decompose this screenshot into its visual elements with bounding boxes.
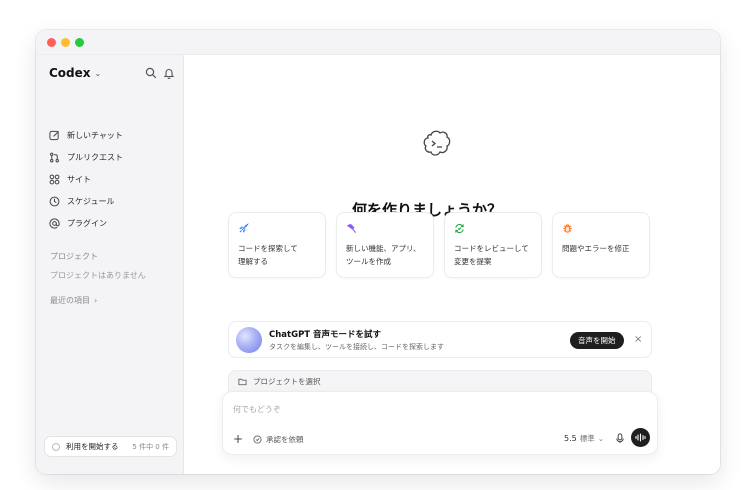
minimize-window-button[interactable] — [61, 38, 70, 47]
card-text: コードをレビューして 変更を提案 — [454, 244, 529, 266]
clock-icon — [49, 196, 60, 206]
sidebar-item-label: 新しいチャット — [67, 130, 123, 140]
hand-icon — [253, 435, 262, 444]
recent-label: 最近の項目 — [50, 296, 90, 305]
get-started-label: 利用を開始する — [66, 442, 119, 451]
sidebar-item-sites[interactable]: サイト — [49, 171, 91, 187]
projects-heading: プロジェクト — [50, 252, 98, 261]
model-name: 5.5 — [564, 434, 577, 443]
codex-cloud-icon — [423, 130, 451, 156]
composer: + 承認を依頼 5.5 標準 ⌄ — [222, 391, 658, 455]
chevron-right-icon: › — [94, 296, 98, 305]
card-text: 新しい機能、アプリ、 ツールを作成 — [346, 244, 421, 266]
review-icon — [455, 223, 464, 234]
main-panel: 何を作りましょうか？ コードを探索して 理解する 新しい機能、アプリ、 ツールを… — [184, 55, 720, 474]
app-title: Codex — [49, 66, 91, 80]
compose-icon — [49, 130, 59, 140]
progress-circle-icon — [52, 442, 60, 451]
maximize-window-button[interactable] — [75, 38, 84, 47]
search-icon[interactable] — [145, 67, 157, 79]
workspace-switcher[interactable]: Codex ⌄ — [49, 66, 101, 80]
sidebar-item-label: スケジュール — [67, 196, 115, 206]
voice-mode-banner: ChatGPT 音声モードを試す タスクを編集し、ツールを接続し、コードを探索し… — [228, 321, 652, 358]
project-select-label: プロジェクトを選択 — [253, 377, 321, 386]
waveform-icon — [635, 433, 646, 442]
banner-text: ChatGPT 音声モードを試す タスクを編集し、ツールを接続し、コードを探索し… — [269, 328, 444, 352]
suggestion-card-explore[interactable]: コードを探索して 理解する — [228, 212, 326, 278]
start-voice-button[interactable]: 音声を開始 — [570, 332, 624, 349]
voice-mode-button[interactable] — [631, 428, 650, 447]
voice-orb-icon — [236, 326, 262, 353]
bell-icon[interactable] — [163, 67, 175, 79]
sidebar-item-new-chat[interactable]: 新しいチャット — [49, 127, 123, 143]
approval-mode-label: 承認を依頼 — [266, 435, 304, 444]
sidebar-item-plugins[interactable]: プラグイン — [49, 215, 107, 231]
rocket-icon — [239, 223, 249, 233]
pull-request-icon — [50, 152, 59, 162]
sidebar-item-label: サイト — [67, 174, 91, 184]
recent-items-toggle[interactable]: 最近の項目 › — [50, 295, 97, 306]
banner-title: ChatGPT 音声モードを試す — [269, 329, 382, 340]
prompt-input[interactable] — [233, 402, 633, 416]
grid-icon — [49, 174, 60, 184]
project-select[interactable]: プロジェクトを選択 — [228, 370, 652, 392]
hammer-icon — [346, 223, 357, 233]
at-icon — [49, 217, 60, 229]
microphone-icon[interactable] — [615, 433, 625, 444]
close-window-button[interactable] — [47, 38, 56, 47]
bug-icon — [563, 224, 572, 233]
title-bar — [36, 30, 720, 55]
suggestion-card-build[interactable]: 新しい機能、アプリ、 ツールを作成 — [336, 212, 434, 278]
model-mode: 標準 — [579, 434, 595, 443]
sidebar-item-pull-requests[interactable]: プルリクエスト — [49, 149, 123, 165]
banner-subtitle: タスクを編集し、ツールを接続し、コードを探索します — [269, 342, 444, 351]
sidebar: Codex ⌄ 新しいチャット プルリクエスト サイト スケジュール プラグイン… — [36, 55, 184, 474]
sidebar-item-label: プラグイン — [67, 218, 107, 228]
chevron-down-icon: ⌄ — [94, 68, 102, 78]
approval-mode-button[interactable]: 承認を依頼 — [253, 434, 304, 445]
app-window: Codex ⌄ 新しいチャット プルリクエスト サイト スケジュール プラグイン… — [36, 30, 720, 474]
get-started-button[interactable]: 利用を開始する 5 件中 0 件 — [44, 436, 177, 457]
chevron-down-icon: ⌄ — [597, 434, 605, 443]
sidebar-item-label: プルリクエスト — [67, 152, 123, 162]
sidebar-item-schedule[interactable]: スケジュール — [49, 193, 114, 209]
get-started-progress: 5 件中 0 件 — [132, 442, 169, 451]
card-text: コードを探索して 理解する — [238, 244, 298, 266]
close-icon[interactable]: × — [634, 334, 642, 345]
suggestion-card-fix[interactable]: 問題やエラーを修正 — [552, 212, 650, 278]
folder-icon — [238, 378, 247, 386]
plus-icon[interactable]: + — [233, 432, 243, 446]
model-selector[interactable]: 5.5 標準 ⌄ — [564, 433, 604, 444]
suggestion-card-review[interactable]: コードをレビューして 変更を提案 — [444, 212, 542, 278]
card-text: 問題やエラーを修正 — [562, 244, 630, 253]
projects-empty-text: プロジェクトはありません — [50, 271, 146, 280]
